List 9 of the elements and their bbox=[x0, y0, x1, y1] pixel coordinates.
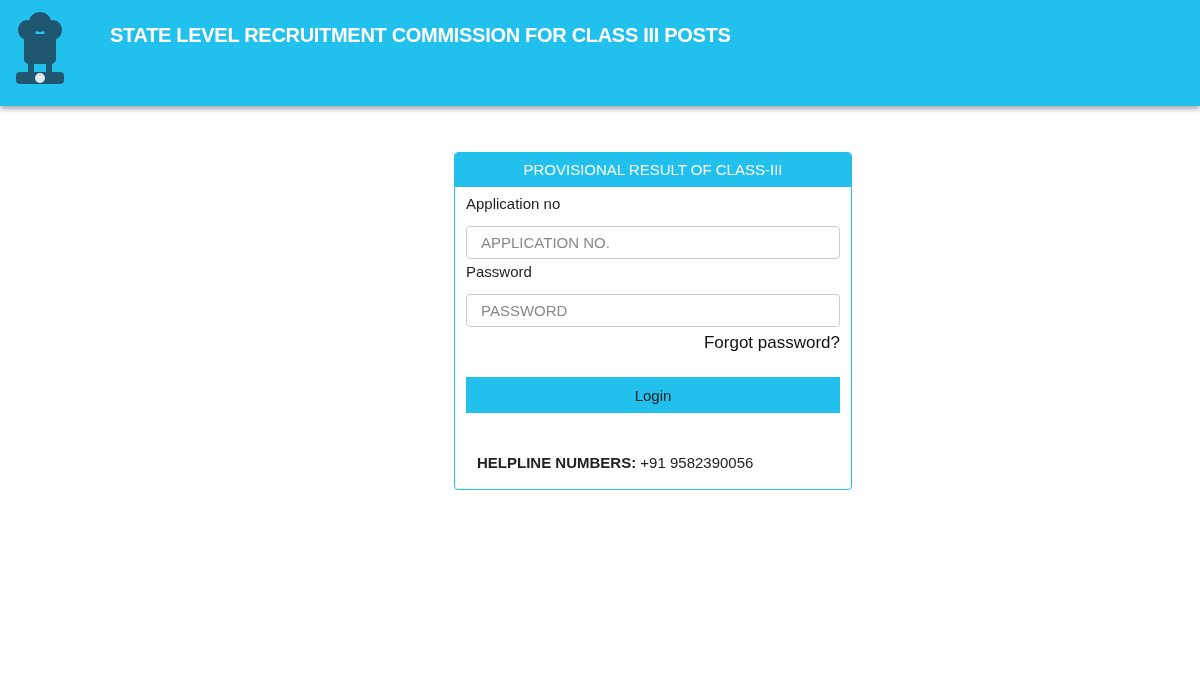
forgot-password-link[interactable]: Forgot password? bbox=[703, 333, 840, 353]
login-button[interactable]: Login bbox=[466, 377, 840, 413]
field-label: Application no bbox=[466, 195, 562, 212]
card-title: PROVISIONAL RESULT OF CLASS-III bbox=[455, 153, 851, 187]
field-label: Password bbox=[466, 263, 533, 280]
input-field[interactable]: APPLICATION NO. bbox=[466, 226, 840, 259]
input-field[interactable]: PASSWORD bbox=[466, 294, 840, 327]
helpline-text: HELPLINE NUMBERS: +91 9582390056 bbox=[477, 454, 755, 471]
header-title: STATE LEVEL RECRUITMENT COMMISSION FOR CLASS III POSTS bbox=[110, 24, 731, 47]
